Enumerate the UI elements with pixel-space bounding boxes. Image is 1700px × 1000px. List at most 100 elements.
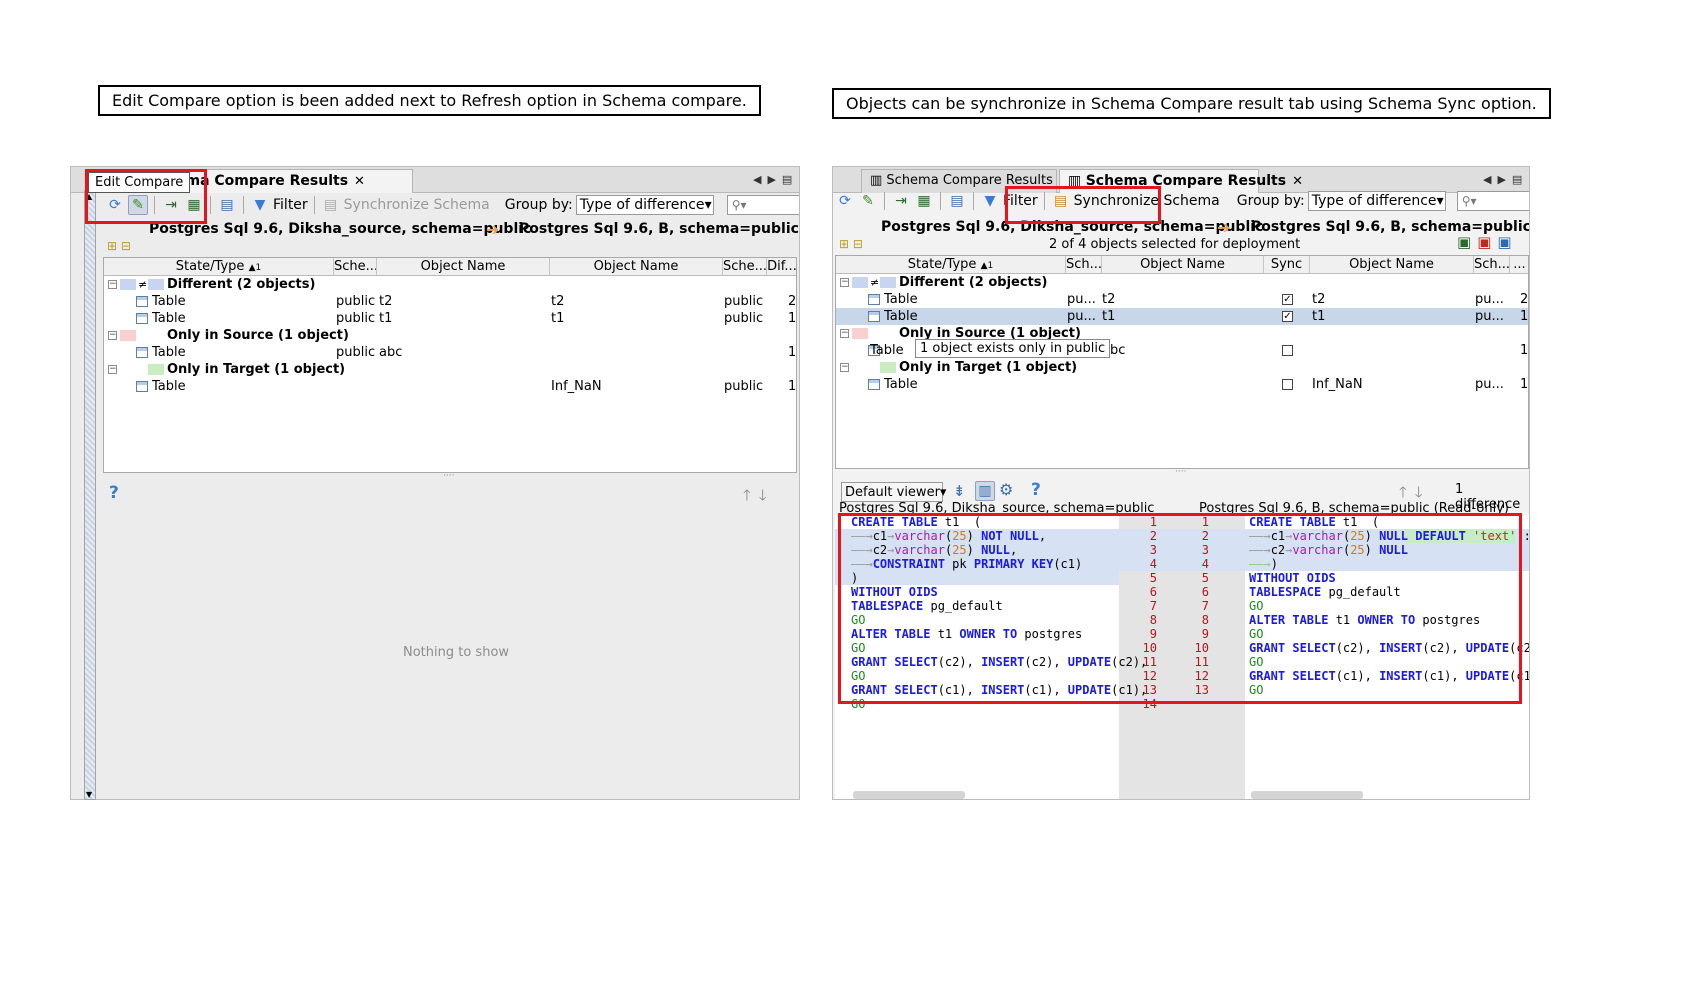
column-header-object-name-target[interactable]: Object Name <box>550 258 723 276</box>
column-header-difference[interactable]: ... <box>1510 256 1528 274</box>
collapse-icon[interactable]: − <box>108 280 117 289</box>
line-number: 2 <box>1149 529 1157 543</box>
table-icon <box>868 311 880 322</box>
line-number: 9 <box>1149 627 1157 641</box>
sync-checkbox[interactable] <box>1282 379 1293 390</box>
collapse-icon[interactable]: − <box>840 329 849 338</box>
splitter-handle[interactable]: ···· <box>1175 467 1186 477</box>
synchronize-schema-icon[interactable]: ▤ <box>1051 191 1071 211</box>
deploy-action-icons[interactable]: ▣▣▣ <box>1457 233 1518 251</box>
tree-group-only-in-target[interactable]: − Only in Target (1 object) <box>104 361 796 378</box>
left-horizontal-scrollbar[interactable] <box>853 791 965 799</box>
table-row[interactable]: Table public t1 t1 public 1 <box>104 310 796 327</box>
columns-icon[interactable]: ▤ <box>217 195 237 215</box>
group-label: Different (2 objects) <box>167 277 316 292</box>
right-horizontal-scrollbar[interactable] <box>1251 791 1363 799</box>
refresh-icon[interactable]: ⟳ <box>835 191 855 211</box>
sync-checkbox[interactable]: ✓ <box>1282 294 1293 305</box>
column-header-difference[interactable]: Dif... <box>767 258 796 276</box>
tree-group-different[interactable]: − ≠ Different (2 objects) <box>836 274 1528 291</box>
code-line: ) <box>851 571 859 585</box>
filter-icon[interactable]: ▼ <box>250 195 270 215</box>
collapse-icon[interactable]: − <box>108 331 117 340</box>
right-editor-header: Postgres Sql 9.6, B, schema=public (Read… <box>1199 501 1509 516</box>
line-number: 6 <box>1201 585 1209 599</box>
table-row[interactable]: Table Inf_NaN public 1 <box>104 378 796 395</box>
row-type: Table <box>884 377 918 392</box>
table-icon <box>136 347 148 358</box>
table-row[interactable]: Table public abc 1 <box>104 344 796 361</box>
table-icon <box>868 379 880 390</box>
group-by-select[interactable]: Type of difference ▾ <box>1307 191 1446 211</box>
collapse-icon[interactable]: − <box>108 365 117 374</box>
column-header-object-name-source[interactable]: Object Name <box>1102 256 1264 274</box>
column-header-object-name-source[interactable]: Object Name <box>377 258 550 276</box>
table-row[interactable]: Table public t2 t2 public 2 <box>104 293 796 310</box>
row-diff: 1 <box>1520 343 1529 358</box>
columns-icon[interactable]: ▤ <box>947 191 967 211</box>
column-header-state[interactable]: State/Type ▲1 <box>836 256 1066 274</box>
help-icon[interactable]: ? <box>109 483 119 503</box>
chevron-down-icon: ▾ <box>1436 193 1444 209</box>
expand-collapse-icons[interactable]: ⊞ ⊟ <box>839 237 863 251</box>
expand-collapse-icons[interactable]: ⊞ ⊟ <box>107 239 131 253</box>
tab-schema-compare-results[interactable]: ema Compare Results ✕ <box>167 169 413 193</box>
report-icon[interactable]: ▦ <box>184 195 204 215</box>
line-number: 11 <box>1142 655 1157 669</box>
column-header-schema-source[interactable]: Sche... <box>334 258 377 276</box>
collapse-icon[interactable]: − <box>840 363 849 372</box>
collapse-lines-icon[interactable]: ⇟ <box>953 482 966 500</box>
row-schema-target: public <box>724 311 764 326</box>
column-header-schema-source[interactable]: Sch... <box>1066 256 1102 274</box>
tree-group-only-in-target[interactable]: − Only in Target (1 object) <box>836 359 1528 376</box>
callout-schema-sync: Objects can be synchronize in Schema Com… <box>832 88 1551 119</box>
edit-compare-icon[interactable]: ✎ <box>128 195 148 215</box>
synchronize-schema-button: Synchronize Schema <box>343 197 490 213</box>
code-line: GRANT SELECT(c2), INSERT(c2), UPDATE(c2)… <box>1249 641 1529 655</box>
scroll-down-icon[interactable]: ▼ <box>86 790 92 799</box>
column-header-sync[interactable]: Sync <box>1264 256 1310 274</box>
edit-compare-icon[interactable]: ✎ <box>858 191 878 211</box>
arrow-right-icon: ➔ <box>1217 218 1231 237</box>
row-diff: 1 <box>788 379 797 394</box>
filter-icon[interactable]: ▼ <box>980 191 1000 211</box>
group-by-select[interactable]: Type of difference ▾ <box>575 195 714 215</box>
table-row[interactable]: Table pu... t2 ✓ t2 pu... 2 <box>836 291 1528 308</box>
export-icon[interactable]: ⇥ <box>891 191 911 211</box>
tree-group-only-in-source[interactable]: − Only in Source (1 object) <box>104 327 796 344</box>
column-header-object-name-target[interactable]: Object Name <box>1310 256 1474 274</box>
tab-nav-arrows-icon[interactable]: ◀▶▤ <box>1483 173 1528 186</box>
table-row[interactable]: Table Inf_NaN pu... 1 <box>836 376 1528 393</box>
viewer-select[interactable]: Default viewer ▾ <box>841 482 946 502</box>
side-by-side-icon[interactable]: ▥ <box>975 481 995 501</box>
column-header-schema-target[interactable]: Sch... <box>1474 256 1510 274</box>
collapse-icon[interactable]: − <box>840 278 849 287</box>
column-header-schema-target[interactable]: Sche... <box>723 258 767 276</box>
group-label: Only in Source (1 object) <box>167 328 349 343</box>
refresh-icon[interactable]: ⟳ <box>105 195 125 215</box>
tree-group-different[interactable]: − ≠ Different (2 objects) <box>104 276 796 293</box>
navigate-diff-icon[interactable]: 🡑🡓 <box>743 485 775 510</box>
sync-checkbox[interactable]: ✓ <box>1282 311 1293 322</box>
export-icon[interactable]: ⇥ <box>161 195 181 215</box>
table-row-selected[interactable]: Table pu... t1 ✓ t1 pu... 1 <box>836 308 1528 325</box>
column-header-state[interactable]: State/Type ▲1 <box>104 258 334 276</box>
help-icon[interactable]: ? <box>1031 480 1041 500</box>
search-input[interactable]: ⚲▾ <box>726 195 799 215</box>
sync-checkbox[interactable] <box>1282 345 1293 356</box>
synchronize-schema-button[interactable]: Synchronize Schema <box>1074 193 1220 209</box>
report-icon[interactable]: ▦ <box>914 191 934 211</box>
settings-gear-icon[interactable]: ⚙ <box>999 480 1013 499</box>
row-type: Table <box>152 345 186 360</box>
tab-nav-arrows-icon[interactable]: ◀▶▤ <box>753 173 798 186</box>
filter-button[interactable]: Filter <box>1003 193 1038 209</box>
code-line: WITHOUT OIDS <box>1249 571 1336 585</box>
search-input[interactable]: ⚲▾ <box>1456 191 1529 211</box>
close-icon[interactable]: ✕ <box>354 174 365 189</box>
left-side-rail[interactable] <box>84 190 96 800</box>
row-type: Table <box>884 309 918 324</box>
filter-button[interactable]: Filter <box>273 197 308 213</box>
line-number: 7 <box>1201 599 1209 613</box>
only-in-source-swatch-icon <box>120 330 136 341</box>
scroll-up-icon[interactable]: ▲ <box>86 192 92 201</box>
